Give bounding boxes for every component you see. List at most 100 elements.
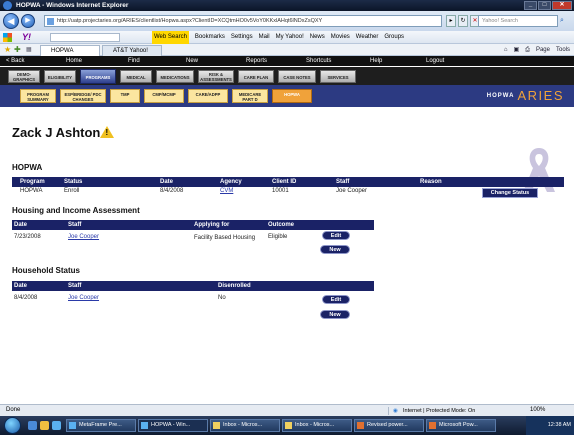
tab-demographics[interactable]: DEMO-GRAPHICS — [8, 70, 40, 83]
subtab-care-adpp[interactable]: CARE/ADPP — [188, 89, 228, 103]
nav-back[interactable]: < Back — [6, 56, 25, 66]
web-search-button[interactable]: Web Search — [152, 31, 189, 44]
metaframe-icon — [69, 422, 76, 429]
address-bar[interactable]: http://uatp.projectaries.org/ARIES/clien… — [44, 15, 442, 27]
start-button-icon[interactable] — [4, 417, 21, 434]
search-input[interactable]: Yahoo! Search — [478, 15, 558, 27]
tab-case-notes[interactable]: CASE NOTES — [278, 70, 316, 83]
weather-button[interactable]: Weather — [356, 31, 379, 44]
feeds-icon[interactable]: ▣ — [513, 44, 519, 56]
mail-button[interactable]: Mail — [259, 31, 270, 44]
task-inbox-1[interactable]: Inbox - Micros... — [210, 419, 280, 432]
security-zone[interactable]: ◉ Internet | Protected Mode: On — [388, 407, 522, 415]
go-arrow-icon[interactable]: ▸ — [446, 15, 456, 27]
nav-shortcuts[interactable]: Shortcuts — [306, 56, 331, 66]
subtab-hopwa[interactable]: HOPWA — [272, 89, 312, 103]
tab-care-plan[interactable]: CARE PLAN — [238, 70, 274, 83]
warning-icon[interactable] — [100, 126, 114, 138]
bookmarks-button[interactable]: Bookmarks — [195, 31, 225, 44]
movies-button[interactable]: Movies — [331, 31, 350, 44]
task-inbox-2[interactable]: Inbox - Micros... — [282, 419, 352, 432]
program-cell: HOPWA — [20, 188, 43, 194]
staff-cell: Joe Cooper — [336, 188, 368, 194]
tab-att-yahoo[interactable]: AT&T Yahoo! — [102, 45, 162, 56]
window-titlebar: HOPWA - Windows Internet Explorer _ □ ✕ — [0, 0, 574, 11]
tab-hopwa[interactable]: HOPWA — [40, 45, 100, 56]
show-desktop-icon[interactable] — [28, 421, 37, 430]
status-text: Done — [6, 407, 21, 413]
task-metaframe[interactable]: MetaFrame Pre... — [66, 419, 136, 432]
search-icon[interactable]: ⌕ — [560, 15, 570, 27]
home-icon[interactable]: ⌂ — [504, 44, 508, 56]
maximize-button[interactable]: □ — [538, 1, 551, 10]
yahoo-toolbar-items: Web Search Bookmarks Settings Mail My Ya… — [152, 31, 404, 44]
aries-logo: HOPWA ARIES — [487, 89, 564, 103]
address-row: ◀ ▶ http://uatp.projectaries.org/ARIES/c… — [0, 11, 574, 31]
housing-table-header: Date Staff Applying for Outcome — [12, 220, 374, 230]
minimize-button[interactable]: _ — [524, 1, 537, 10]
nav-help[interactable]: Help — [370, 56, 382, 66]
tools-menu[interactable]: Tools — [556, 44, 570, 56]
subtab-program-summary[interactable]: PROGRAM SUMMARY — [20, 89, 56, 103]
subtab-medicare-part-d[interactable]: MEDICARE PART D — [232, 89, 268, 103]
nav-find[interactable]: Find — [128, 56, 140, 66]
close-button[interactable]: ✕ — [552, 1, 572, 10]
address-actions: ▸ ↻ ✕ — [446, 15, 480, 27]
forward-button[interactable]: ▶ — [21, 14, 35, 28]
news-button[interactable]: News — [310, 31, 325, 44]
tab-eligibility[interactable]: ELIGIBILITY — [44, 70, 76, 83]
agency-link[interactable]: CVM — [220, 188, 233, 194]
zoom-level[interactable]: 100% — [530, 405, 545, 416]
task-microsoft-pow[interactable]: Microsoft Pow... — [426, 419, 496, 432]
settings-button[interactable]: Settings — [231, 31, 253, 44]
print-icon[interactable]: ⎙ — [525, 44, 530, 56]
subtab-tmp[interactable]: TMP — [110, 89, 140, 103]
page-menu[interactable]: Page — [536, 44, 550, 56]
nav-logout[interactable]: Logout — [426, 56, 444, 66]
housing-staff-link[interactable]: Joe Cooper — [68, 234, 99, 240]
yahoo-logo-icon[interactable]: Y! — [22, 31, 31, 44]
refresh-icon[interactable]: ↻ — [458, 15, 468, 27]
tab-medications[interactable]: MEDICATIONS — [156, 70, 194, 83]
my-yahoo-button[interactable]: My Yahoo! — [276, 31, 304, 44]
status-cell: Enroll — [64, 188, 80, 194]
applying-for-cell: Facility Based Housing — [194, 235, 256, 241]
col-staff: Staff — [68, 222, 82, 228]
task-hopwa[interactable]: HOPWA - Win... — [138, 419, 208, 432]
outlook-icon — [213, 422, 220, 429]
tab-programs[interactable]: PROGRAMS — [80, 69, 116, 84]
housing-edit-button[interactable]: Edit — [322, 231, 350, 240]
tab-risk-assessments[interactable]: RISK & ASSESSMENTS — [198, 70, 234, 83]
col-date: Date — [160, 179, 174, 185]
favorites-star-icon[interactable]: ★ — [4, 44, 11, 56]
quick-launch-icon[interactable] — [40, 421, 49, 430]
nav-reports[interactable]: Reports — [246, 56, 267, 66]
ie-icon — [141, 422, 148, 429]
back-button[interactable]: ◀ — [3, 13, 19, 29]
nav-new[interactable]: New — [186, 56, 198, 66]
tab-medical[interactable]: MEDICAL — [120, 70, 152, 83]
date-cell: 8/4/2008 — [160, 188, 184, 194]
quick-tabs-icon[interactable]: ▦ — [26, 44, 32, 56]
yahoo-search-input[interactable] — [50, 33, 120, 42]
window-controls: _ □ ✕ — [524, 1, 572, 10]
household-new-button[interactable]: New — [320, 310, 350, 319]
task-label: Inbox - Micros... — [223, 422, 263, 428]
household-staff-link[interactable]: Joe Cooper — [68, 295, 99, 301]
change-status-button[interactable]: Change Status — [482, 188, 538, 198]
tab-row: ★ ✚ ▦ HOPWA AT&T Yahoo! ⌂ ▣ ⎙ Page Tools — [0, 44, 574, 56]
groups-button[interactable]: Groups — [384, 31, 404, 44]
household-edit-button[interactable]: Edit — [322, 295, 350, 304]
tab-label: AT&T Yahoo! — [113, 48, 148, 54]
ie-quick-launch-icon[interactable] — [52, 421, 61, 430]
add-favorite-icon[interactable]: ✚ — [14, 44, 21, 56]
nav-home[interactable]: Home — [66, 56, 82, 66]
subtab-esp-bridge[interactable]: ESP/BRIDGE/ PDC CHANGES — [60, 89, 106, 103]
tab-services[interactable]: SERVICES — [320, 70, 356, 83]
subtab-cmp-mcmp[interactable]: CMP/MCMP — [144, 89, 184, 103]
housing-new-button[interactable]: New — [320, 245, 350, 254]
globe-icon: ◉ — [393, 408, 398, 414]
task-revised-power[interactable]: Revised power... — [354, 419, 424, 432]
clock[interactable]: 12:38 AM — [548, 422, 571, 428]
household-section-title: Household Status — [12, 266, 81, 275]
